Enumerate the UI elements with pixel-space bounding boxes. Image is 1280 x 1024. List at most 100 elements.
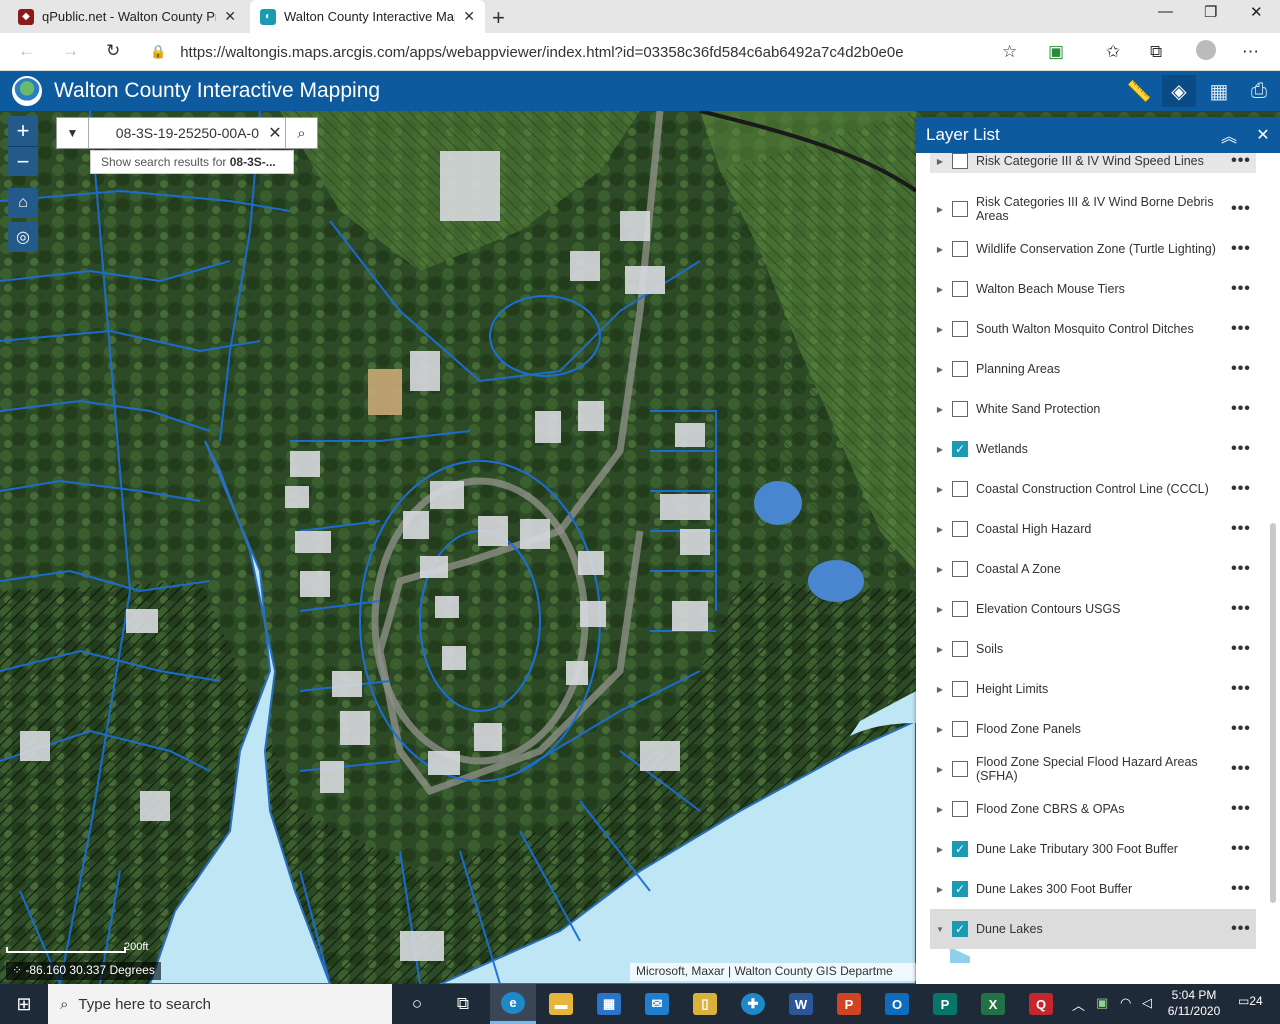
layer-row[interactable]: ▶ Elevation Contours USGS •••: [930, 589, 1256, 629]
forward-icon[interactable]: →: [62, 41, 79, 61]
refresh-icon[interactable]: ↻: [106, 41, 120, 61]
expand-caret-icon[interactable]: ▶: [934, 525, 946, 534]
layer-options-icon[interactable]: •••: [1226, 480, 1256, 498]
close-panel-icon[interactable]: ✕: [1246, 125, 1280, 145]
expand-caret-icon[interactable]: ▶: [934, 645, 946, 654]
close-tab-icon[interactable]: ✕: [224, 8, 236, 25]
profile-avatar[interactable]: [1196, 40, 1216, 60]
layer-options-icon[interactable]: •••: [1226, 153, 1256, 170]
tray-app-icon[interactable]: ▣: [1096, 995, 1108, 1011]
layer-options-icon[interactable]: •••: [1226, 640, 1256, 658]
layer-visibility-checkbox[interactable]: [952, 281, 968, 297]
mail-icon[interactable]: ✉: [634, 984, 680, 1024]
layer-row[interactable]: ▶ Risk Categories III & IV Wind Borne Deb…: [930, 189, 1256, 229]
expand-caret-icon[interactable]: ▶: [934, 605, 946, 614]
layer-options-icon[interactable]: •••: [1226, 920, 1256, 938]
expand-caret-icon[interactable]: ▶: [934, 405, 946, 414]
layer-visibility-checkbox[interactable]: [952, 241, 968, 257]
expand-caret-icon[interactable]: ▶: [934, 325, 946, 334]
close-tab-icon[interactable]: ✕: [463, 8, 475, 25]
publisher-icon[interactable]: P: [922, 984, 968, 1024]
layer-visibility-checkbox[interactable]: [952, 401, 968, 417]
expand-caret-icon[interactable]: ▶: [934, 245, 946, 254]
layer-options-icon[interactable]: •••: [1226, 280, 1256, 298]
wifi-icon[interactable]: ◠: [1120, 995, 1131, 1011]
expand-caret-icon[interactable]: ▶: [934, 157, 946, 166]
new-tab-button[interactable]: +: [492, 5, 505, 31]
layer-row[interactable]: ▶ Height Limits •••: [930, 669, 1256, 709]
layer-visibility-checkbox[interactable]: [952, 321, 968, 337]
layer-row[interactable]: ▶ Coastal A Zone •••: [930, 549, 1256, 589]
extension-icon[interactable]: ▣: [1048, 42, 1064, 62]
word-icon[interactable]: W: [778, 984, 824, 1024]
layer-options-icon[interactable]: •••: [1226, 320, 1256, 338]
collections-icon[interactable]: ⧉: [1150, 42, 1162, 62]
layer-visibility-checkbox[interactable]: [952, 801, 968, 817]
layer-visibility-checkbox[interactable]: ✓: [952, 841, 968, 857]
layer-options-icon[interactable]: •••: [1226, 840, 1256, 858]
layer-row[interactable]: ▶ Coastal Construction Control Line (CCCL…: [930, 469, 1256, 509]
layer-row[interactable]: ▶ South Walton Mosquito Control Ditches ••…: [930, 309, 1256, 349]
layer-visibility-checkbox[interactable]: [952, 681, 968, 697]
expand-caret-icon[interactable]: ▶: [934, 565, 946, 574]
sticky-notes-icon[interactable]: ▯: [682, 984, 728, 1024]
layer-visibility-checkbox[interactable]: [952, 361, 968, 377]
expand-caret-icon[interactable]: ▶: [934, 445, 946, 454]
expand-caret-icon[interactable]: ▶: [934, 205, 946, 214]
close-window-icon[interactable]: ✕: [1250, 3, 1263, 21]
file-explorer-icon[interactable]: ▬: [538, 984, 584, 1024]
expand-caret-icon[interactable]: ▼: [934, 925, 946, 934]
taskbar-clock[interactable]: 5:04 PM 6/11/2020: [1164, 987, 1224, 1019]
expand-caret-icon[interactable]: ▶: [934, 365, 946, 374]
layer-list-icon[interactable]: ◈: [1162, 75, 1196, 107]
restore-icon[interactable]: ❐: [1204, 3, 1217, 21]
layer-options-icon[interactable]: •••: [1226, 680, 1256, 698]
tab-walton-mapping[interactable]: ◐ Walton County Interactive Mapp ✕: [250, 0, 485, 33]
tab-qpublic[interactable]: ◆ qPublic.net - Walton County Pro ✕: [8, 0, 246, 33]
home-button[interactable]: ⌂: [8, 188, 38, 218]
expand-caret-icon[interactable]: ▶: [934, 685, 946, 694]
locate-button[interactable]: ◎: [8, 222, 38, 252]
layer-options-icon[interactable]: •••: [1226, 440, 1256, 458]
layer-options-icon[interactable]: •••: [1226, 720, 1256, 738]
back-icon[interactable]: ←: [18, 41, 35, 61]
notification-center-icon[interactable]: ▭24: [1238, 994, 1263, 1008]
zoom-in-button[interactable]: +: [8, 116, 38, 146]
more-menu-icon[interactable]: ⋯: [1242, 42, 1259, 62]
cortana-icon[interactable]: ○: [394, 984, 440, 1024]
minimize-icon[interactable]: —: [1158, 3, 1173, 20]
store-icon[interactable]: ▦: [586, 984, 632, 1024]
windows-start-icon[interactable]: ⊞: [0, 984, 48, 1024]
expand-caret-icon[interactable]: ▶: [934, 765, 946, 774]
layer-options-icon[interactable]: •••: [1226, 600, 1256, 618]
layer-visibility-checkbox[interactable]: [952, 521, 968, 537]
layer-row[interactable]: ▶ Flood Zone CBRS & OPAs •••: [930, 789, 1256, 829]
layer-options-icon[interactable]: •••: [1226, 400, 1256, 418]
search-source-dropdown[interactable]: ▼: [57, 118, 89, 148]
quick-assist-icon[interactable]: ✚: [730, 984, 776, 1024]
expand-caret-icon[interactable]: ▶: [934, 725, 946, 734]
tray-overflow-icon[interactable]: ︿: [1072, 995, 1085, 1014]
layer-visibility-checkbox[interactable]: [952, 201, 968, 217]
url-field[interactable]: 🔒 https://waltongis.maps.arcgis.com/apps…: [150, 38, 1030, 66]
layer-options-icon[interactable]: •••: [1226, 200, 1256, 218]
outlook-icon[interactable]: O: [874, 984, 920, 1024]
excel-icon[interactable]: X: [970, 984, 1016, 1024]
layer-visibility-checkbox[interactable]: [952, 481, 968, 497]
layer-row[interactable]: ▼ ✓ Dune Lakes •••: [930, 909, 1256, 949]
expand-caret-icon[interactable]: ▶: [934, 485, 946, 494]
layer-visibility-checkbox[interactable]: ✓: [952, 441, 968, 457]
task-view-icon[interactable]: ⧉: [440, 984, 486, 1024]
scrollbar-thumb[interactable]: [1270, 523, 1276, 903]
layer-options-icon[interactable]: •••: [1226, 560, 1256, 578]
layer-visibility-checkbox[interactable]: ✓: [952, 881, 968, 897]
layer-visibility-checkbox[interactable]: [952, 153, 968, 169]
layer-row[interactable]: ▶ Flood Zone Special Flood Hazard Areas (…: [930, 749, 1256, 789]
expand-caret-icon[interactable]: ▶: [934, 285, 946, 294]
expand-caret-icon[interactable]: ▶: [934, 885, 946, 894]
layer-row[interactable]: ▶ ✓ Dune Lakes 300 Foot Buffer •••: [930, 869, 1256, 909]
layer-row[interactable]: ▶ Wildlife Conservation Zone (Turtle Ligh…: [930, 229, 1256, 269]
layer-visibility-checkbox[interactable]: [952, 601, 968, 617]
expand-caret-icon[interactable]: ▶: [934, 805, 946, 814]
layer-row[interactable]: ▶ Planning Areas •••: [930, 349, 1256, 389]
